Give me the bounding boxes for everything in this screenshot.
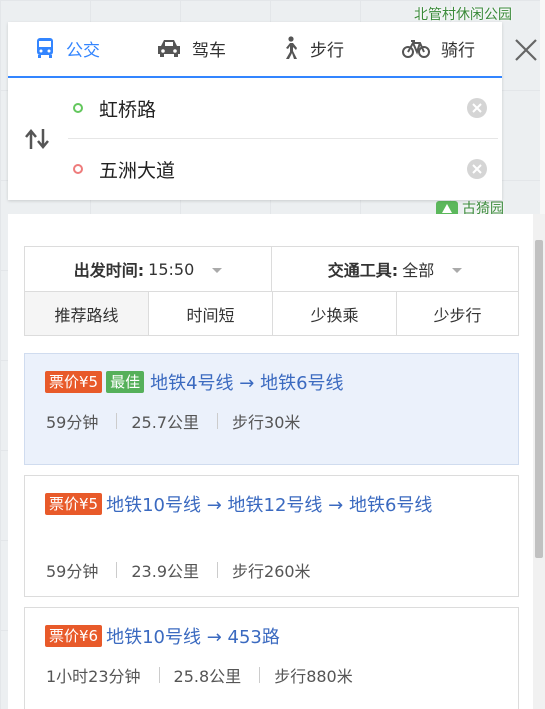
tab-car-label: 驾车 bbox=[192, 40, 226, 61]
transport-value: 全部 bbox=[402, 261, 435, 280]
route-inputs: 虹桥路 五洲大道 bbox=[8, 78, 502, 200]
route-result-card[interactable]: 票价¥5 最佳 地铁4号线 → 地铁6号线 59分钟 25.7公里 步行30米 bbox=[24, 353, 519, 465]
route-distance: 25.8公里 bbox=[173, 667, 242, 686]
route-result-card[interactable]: 票价¥6 地铁10号线 → 453路 1小时23分钟 25.8公里 步行880米 bbox=[24, 607, 519, 709]
tab-walk-label: 步行 bbox=[310, 40, 344, 61]
route-filters: 出发时间: 15:50 交通工具: 全部 推荐路线 时间短 少换乘 少步行 bbox=[24, 246, 519, 336]
divider bbox=[259, 667, 261, 683]
divider bbox=[116, 562, 118, 578]
route-duration: 59分钟 bbox=[46, 413, 99, 432]
price-badge: 票价¥6 bbox=[45, 625, 103, 647]
route-title: 票价¥5 最佳 地铁4号线 → 地铁6号线 bbox=[45, 368, 500, 400]
route-search-panel: 公交 驾车 步行 骑行 虹桥路 五洲大道 bbox=[8, 22, 502, 200]
price-badge: 票价¥5 bbox=[45, 493, 103, 515]
divider bbox=[116, 413, 118, 429]
depart-time-label: 出发时间: bbox=[73, 261, 145, 280]
route-walk: 步行260米 bbox=[232, 562, 311, 581]
start-dot-icon bbox=[73, 103, 83, 113]
tab-bike[interactable]: 骑行 bbox=[401, 22, 475, 74]
tab-recommended[interactable]: 推荐路线 bbox=[25, 292, 149, 335]
bus-icon bbox=[37, 38, 53, 58]
depart-time-value: 15:50 bbox=[148, 259, 195, 279]
end-location-text: 五洲大道 bbox=[99, 159, 176, 182]
price-badge: 票价¥5 bbox=[45, 371, 103, 393]
sort-tabs: 推荐路线 时间短 少换乘 少步行 bbox=[25, 292, 518, 335]
route-duration: 59分钟 bbox=[46, 562, 99, 581]
tab-shortest-time[interactable]: 时间短 bbox=[149, 292, 273, 335]
route-distance: 23.9公里 bbox=[131, 562, 200, 581]
route-duration: 1小时23分钟 bbox=[46, 667, 141, 686]
route-result-card[interactable]: 票价¥5 地铁10号线 → 地铁12号线 → 地铁6号线 59分钟 23.9公里 … bbox=[24, 475, 519, 597]
route-lines[interactable]: 地铁10号线 → 地铁12号线 → 地铁6号线 bbox=[106, 495, 432, 516]
divider bbox=[217, 413, 219, 429]
start-location-field[interactable]: 虹桥路 bbox=[68, 78, 498, 139]
scrollbar-thumb[interactable] bbox=[535, 240, 543, 558]
end-location-field[interactable]: 五洲大道 bbox=[68, 139, 498, 199]
route-title: 票价¥5 地铁10号线 → 地铁12号线 → 地铁6号线 bbox=[45, 490, 500, 522]
results-panel: 出发时间: 15:50 交通工具: 全部 推荐路线 时间短 少换乘 少步行 票价… bbox=[8, 214, 533, 709]
chevron-down-icon bbox=[212, 267, 223, 273]
chevron-down-icon bbox=[452, 267, 463, 273]
tab-bus[interactable]: 公交 bbox=[34, 22, 100, 74]
best-badge: 最佳 bbox=[106, 371, 145, 393]
bike-icon bbox=[402, 40, 430, 58]
tab-walk[interactable]: 步行 bbox=[280, 22, 344, 74]
divider bbox=[217, 562, 219, 578]
route-meta: 1小时23分钟 25.8公里 步行880米 bbox=[46, 663, 353, 687]
close-icon[interactable] bbox=[512, 36, 540, 64]
transport-select[interactable]: 交通工具: 全部 bbox=[272, 247, 518, 291]
divider bbox=[158, 667, 160, 683]
filter-row: 出发时间: 15:50 交通工具: 全部 bbox=[25, 247, 518, 292]
route-distance: 25.7公里 bbox=[131, 413, 200, 432]
route-title: 票价¥6 地铁10号线 → 453路 bbox=[45, 622, 500, 654]
tab-bus-label: 公交 bbox=[66, 40, 100, 61]
tab-least-walking[interactable]: 少步行 bbox=[397, 292, 518, 335]
route-meta: 59分钟 25.7公里 步行30米 bbox=[46, 409, 300, 433]
tab-bike-label: 骑行 bbox=[441, 40, 475, 61]
route-walk: 步行30米 bbox=[232, 413, 301, 432]
tab-fewest-transfers[interactable]: 少换乘 bbox=[273, 292, 397, 335]
route-walk: 步行880米 bbox=[274, 667, 353, 686]
route-lines[interactable]: 地铁10号线 → 453路 bbox=[106, 627, 280, 648]
swap-icon[interactable] bbox=[24, 128, 50, 150]
start-location-text: 虹桥路 bbox=[99, 98, 157, 121]
walk-icon bbox=[286, 36, 297, 59]
car-icon bbox=[158, 40, 180, 57]
depart-time-select[interactable]: 出发时间: 15:50 bbox=[25, 247, 271, 291]
tab-car[interactable]: 驾车 bbox=[156, 22, 226, 74]
route-lines[interactable]: 地铁4号线 → 地铁6号线 bbox=[150, 373, 343, 394]
end-dot-icon bbox=[73, 164, 83, 174]
map-poi-label[interactable]: 北管村休闲公园 bbox=[414, 4, 512, 24]
clear-start-icon[interactable] bbox=[466, 97, 488, 119]
clear-end-icon[interactable] bbox=[466, 158, 488, 180]
transport-label: 交通工具: bbox=[327, 261, 399, 280]
travel-mode-tabs: 公交 驾车 步行 骑行 bbox=[8, 22, 502, 78]
route-meta: 59分钟 23.9公里 步行260米 bbox=[46, 558, 311, 582]
